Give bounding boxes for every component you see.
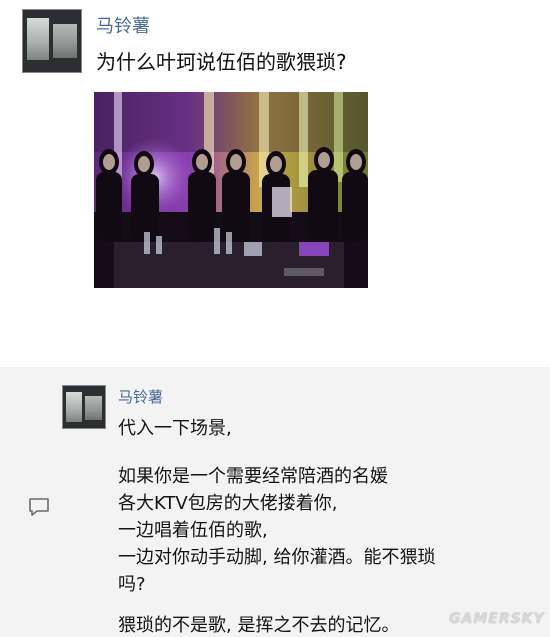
comment-line: 一边唱着伍佰的歌,	[118, 520, 268, 541]
ktv-photo-image	[94, 92, 368, 288]
post-author-name[interactable]: 马铃薯	[96, 12, 150, 38]
comment-line: 代入一下场景,	[118, 418, 232, 439]
comment-line: 吗?	[118, 574, 146, 595]
post-photo[interactable]	[94, 92, 368, 288]
comment-line: 各大KTV包房的大佬搂着你,	[118, 493, 338, 514]
comment-avatar[interactable]	[62, 385, 106, 429]
comment-icon[interactable]	[28, 497, 50, 517]
comment-line: 猥琐的不是歌, 是挥之不去的记忆。	[118, 615, 400, 636]
comment-line: 如果你是一个需要经常陪酒的名媛	[118, 466, 388, 487]
post-card: 马铃薯 为什么叶珂说伍佰的歌猥琐?	[0, 0, 550, 360]
post-question: 为什么叶珂说伍佰的歌猥琐?	[96, 50, 347, 74]
watermark: GAMERSKY	[449, 611, 545, 627]
avatar[interactable]	[22, 9, 82, 73]
comment-author-name[interactable]: 马铃薯	[118, 386, 163, 407]
comment-line: 一边对你动手动脚, 给你灌酒。能不猥琐	[118, 547, 436, 568]
